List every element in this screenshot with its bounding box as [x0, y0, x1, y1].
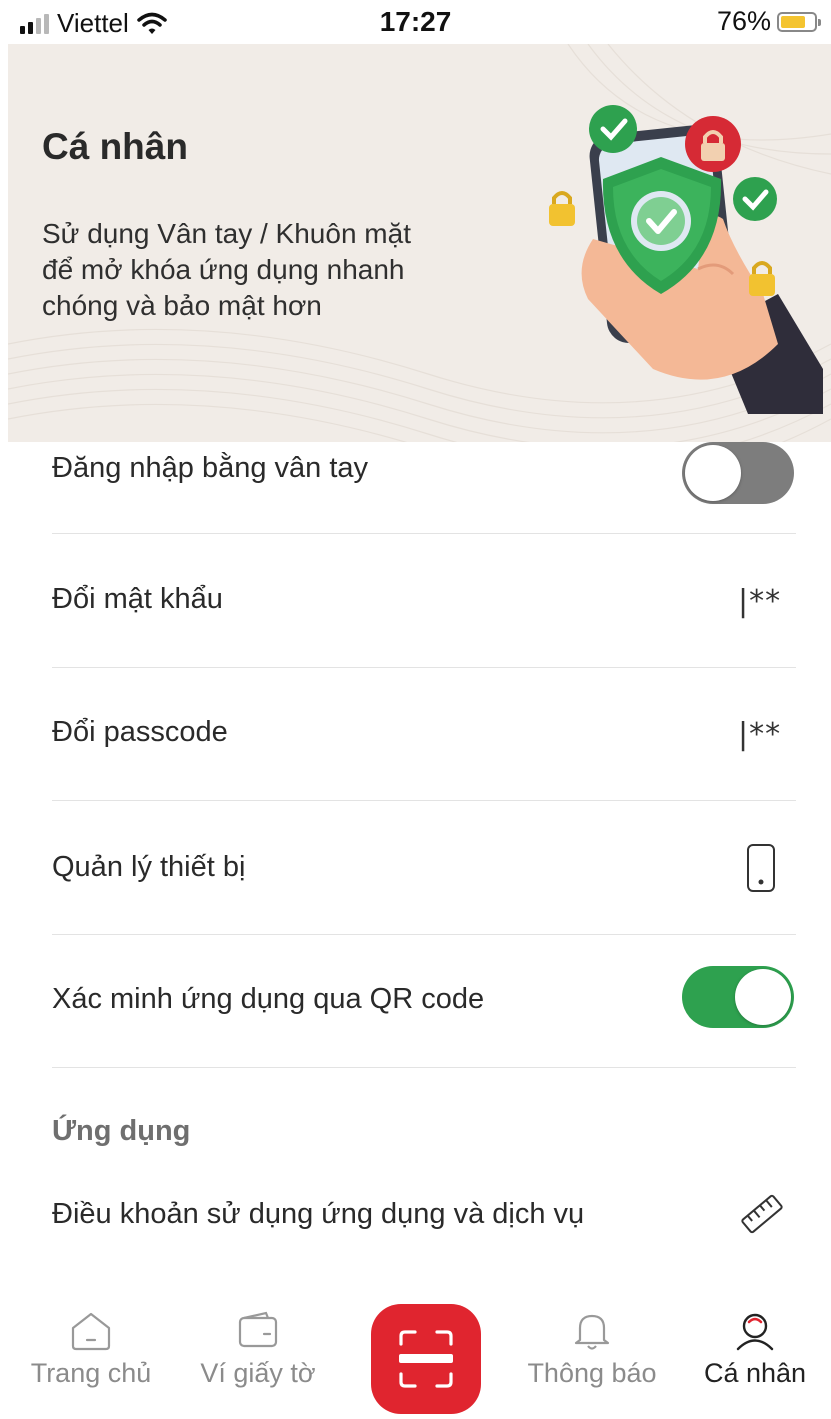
ruler-icon	[741, 1194, 783, 1234]
fingerprint-toggle[interactable]	[682, 442, 794, 504]
profile-icon	[736, 1313, 774, 1351]
tab-profile-label: Cá nhân	[703, 1358, 807, 1388]
tab-wallet-label: Ví giấy tờ	[200, 1358, 316, 1388]
terms-label: Điều khoản sử dụng ứng dụng và dịch vụ	[52, 1198, 585, 1230]
divider	[52, 1067, 796, 1068]
battery-icon	[777, 11, 821, 32]
device-management-row[interactable]: Quản lý thiết bị	[52, 801, 796, 934]
clock: 17:27	[379, 6, 452, 37]
battery-percent: 76%	[716, 6, 771, 36]
passcode-icon: |**	[738, 717, 782, 752]
change-password-row[interactable]: Đổi mật khẩu |**	[52, 534, 796, 667]
scan-button[interactable]	[371, 1304, 481, 1414]
tab-profile[interactable]: Cá nhân	[680, 1290, 830, 1389]
device-management-label: Quản lý thiết bị	[52, 851, 246, 883]
page-title: Cá nhân	[42, 126, 188, 167]
home-icon	[71, 1312, 111, 1351]
profile-banner: Cá nhân Sử dụng Vân tay / Khuôn mặt để m…	[8, 44, 831, 442]
tab-notifications[interactable]: Thông báo	[517, 1290, 667, 1389]
scan-icon	[399, 1330, 453, 1388]
fingerprint-login-row[interactable]: Đăng nhập bằng vân tay	[52, 442, 796, 532]
change-passcode-row[interactable]: Đổi passcode |**	[52, 668, 796, 800]
change-passcode-label: Đổi passcode	[52, 716, 228, 748]
tab-home-label: Trang chủ	[30, 1358, 152, 1388]
qr-verify-label: Xác minh ứng dụng qua QR code	[52, 983, 485, 1015]
phone-icon	[747, 844, 775, 892]
change-password-label: Đổi mật khẩu	[52, 583, 223, 615]
password-icon: |**	[738, 584, 782, 619]
qr-verify-toggle[interactable]	[682, 966, 794, 1028]
status-bar: Viettel 17:27 76%	[0, 0, 831, 44]
tab-wallet[interactable]: Ví giấy tờ	[183, 1290, 333, 1389]
security-phone-illustration	[549, 105, 823, 414]
qr-verify-row[interactable]: Xác minh ứng dụng qua QR code	[52, 935, 796, 1067]
terms-row[interactable]: Điều khoản sử dụng ứng dụng và dịch vụ	[52, 1180, 796, 1260]
tab-notifications-label: Thông báo	[527, 1358, 657, 1388]
wallet-icon	[238, 1311, 278, 1348]
app-section-title: Ứng dụng	[52, 1115, 191, 1147]
bell-icon	[574, 1314, 610, 1350]
banner-description: Sử dụng Vân tay / Khuôn mặt để mở khóa ứ…	[42, 218, 411, 321]
fingerprint-login-label: Đăng nhập bằng vân tay	[52, 452, 369, 484]
tab-home[interactable]: Trang chủ	[16, 1290, 166, 1389]
